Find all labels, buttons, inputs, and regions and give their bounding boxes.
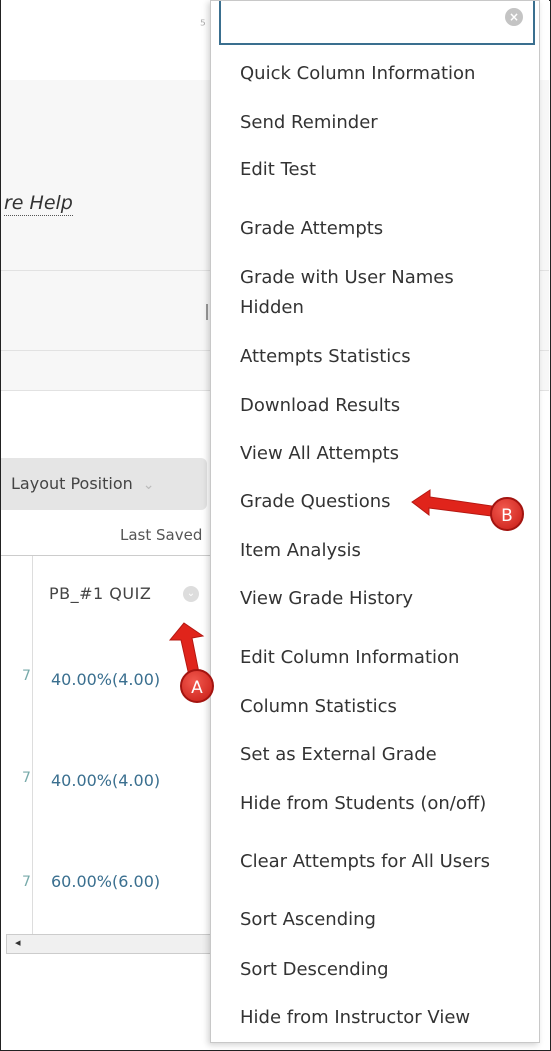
- annotation-arrows: [168, 489, 493, 681]
- annotation-badge-a: A: [180, 669, 214, 703]
- annotation-arrow-b: [411, 489, 493, 517]
- annotation-badge-b: B: [490, 497, 524, 531]
